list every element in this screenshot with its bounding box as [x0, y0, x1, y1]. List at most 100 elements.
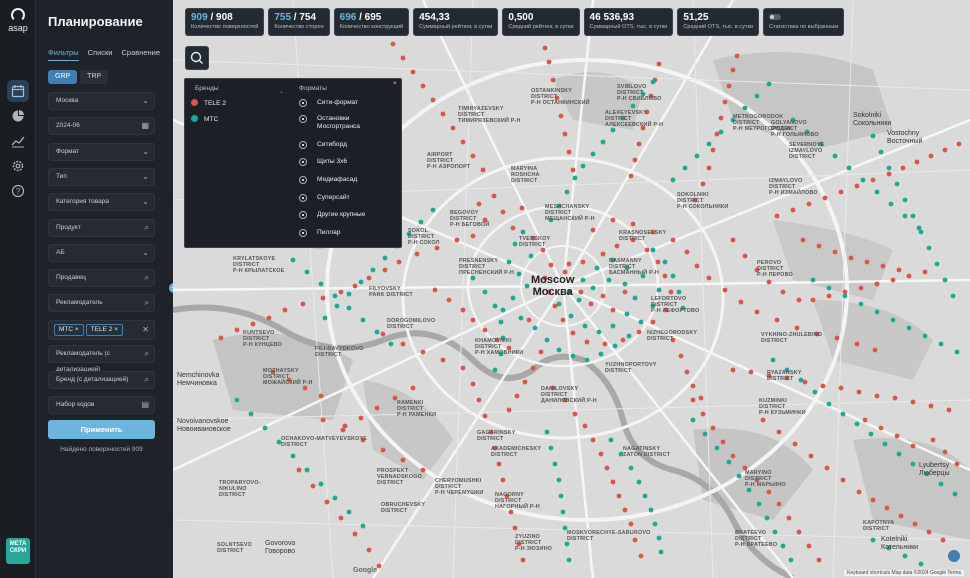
surface-point[interactable] — [754, 93, 760, 99]
surface-point[interactable] — [514, 393, 520, 399]
surface-point[interactable] — [774, 213, 780, 219]
surface-point[interactable] — [730, 67, 736, 73]
surface-point[interactable] — [900, 165, 906, 171]
surface-point[interactable] — [860, 177, 866, 183]
surface-point[interactable] — [690, 397, 696, 403]
surface-point[interactable] — [954, 461, 960, 467]
surface-point[interactable] — [912, 521, 918, 527]
surface-point[interactable] — [882, 441, 888, 447]
surface-point[interactable] — [856, 389, 862, 395]
surface-point[interactable] — [846, 165, 852, 171]
surface-point[interactable] — [656, 535, 662, 541]
surface-point[interactable] — [658, 549, 664, 555]
surface-point[interactable] — [848, 255, 854, 261]
surface-point[interactable] — [880, 263, 886, 269]
surface-point[interactable] — [730, 237, 736, 243]
surface-point[interactable] — [532, 325, 538, 331]
surface-point[interactable] — [300, 301, 306, 307]
surface-point[interactable] — [522, 379, 528, 385]
surface-point[interactable] — [926, 529, 932, 535]
surface-point[interactable] — [906, 273, 912, 279]
surface-point[interactable] — [842, 293, 848, 299]
surface-point[interactable] — [570, 167, 576, 173]
surface-point[interactable] — [700, 181, 706, 187]
pegman-icon[interactable] — [948, 550, 960, 562]
surface-point[interactable] — [738, 299, 744, 305]
surface-point[interactable] — [492, 367, 498, 373]
surface-point[interactable] — [544, 337, 550, 343]
legend-brand-item[interactable]: МТС — [191, 115, 218, 124]
surface-point[interactable] — [834, 335, 840, 341]
surface-point[interactable] — [916, 225, 922, 231]
surface-point[interactable] — [556, 301, 562, 307]
surface-point[interactable] — [824, 465, 830, 471]
surface-point[interactable] — [638, 553, 644, 559]
surface-point[interactable] — [470, 381, 476, 387]
surface-point[interactable] — [952, 491, 958, 497]
surface-point[interactable] — [520, 229, 526, 235]
trp-option[interactable]: TRP — [80, 70, 109, 84]
surface-point[interactable] — [460, 307, 466, 313]
surface-point[interactable] — [446, 297, 452, 303]
legend-format-item[interactable]: Суперсайт — [299, 194, 350, 202]
surface-point[interactable] — [826, 401, 832, 407]
surface-point[interactable] — [858, 301, 864, 307]
surface-point[interactable] — [820, 383, 826, 389]
surface-point[interactable] — [910, 443, 916, 449]
surface-point[interactable] — [480, 167, 486, 173]
surface-point[interactable] — [854, 421, 860, 427]
surface-point[interactable] — [656, 61, 662, 67]
surface-point[interactable] — [282, 307, 288, 313]
surface-point[interactable] — [470, 275, 476, 281]
surface-point[interactable] — [470, 233, 476, 239]
surface-point[interactable] — [322, 315, 328, 321]
surface-point[interactable] — [374, 405, 380, 411]
surface-point[interactable] — [810, 297, 816, 303]
advertiser-chip-mts[interactable]: МТС × — [54, 324, 84, 336]
advertiser-search[interactable]: Рекламодатель ⌕ — [48, 294, 155, 313]
surface-point[interactable] — [682, 165, 688, 171]
surface-point[interactable] — [518, 315, 524, 321]
surface-point[interactable] — [706, 275, 712, 281]
surface-point[interactable] — [482, 413, 488, 419]
surface-point[interactable] — [884, 505, 890, 511]
surface-point[interactable] — [886, 171, 892, 177]
surface-point[interactable] — [454, 237, 460, 243]
surface-point[interactable] — [878, 149, 884, 155]
surface-point[interactable] — [610, 479, 616, 485]
grp-option[interactable]: GRP — [48, 70, 78, 84]
surface-point[interactable] — [578, 289, 584, 295]
product-search[interactable]: Продукт ⌕ — [48, 218, 155, 237]
surface-point[interactable] — [584, 339, 590, 345]
surface-point[interactable] — [346, 509, 352, 515]
surface-point[interactable] — [540, 247, 546, 253]
close-icon[interactable]: ✕ — [142, 321, 149, 339]
surface-point[interactable] — [304, 269, 310, 275]
surface-point[interactable] — [584, 357, 590, 363]
surface-point[interactable] — [918, 561, 924, 567]
surface-point[interactable] — [650, 247, 656, 253]
surface-point[interactable] — [470, 317, 476, 323]
surface-point[interactable] — [934, 261, 940, 267]
surface-point[interactable] — [906, 325, 912, 331]
surface-point[interactable] — [776, 429, 782, 435]
surface-point[interactable] — [786, 515, 792, 521]
surface-point[interactable] — [736, 473, 742, 479]
rail-pie-chart-button[interactable] — [7, 105, 29, 127]
surface-point[interactable] — [624, 311, 630, 317]
surface-point[interactable] — [304, 467, 310, 473]
surface-point[interactable] — [318, 481, 324, 487]
surface-point[interactable] — [602, 341, 608, 347]
surface-point[interactable] — [476, 397, 482, 403]
surface-point[interactable] — [524, 283, 530, 289]
surface-point[interactable] — [894, 181, 900, 187]
surface-point[interactable] — [684, 369, 690, 375]
surface-point[interactable] — [726, 459, 732, 465]
surface-point[interactable] — [874, 309, 880, 315]
surface-point[interactable] — [812, 389, 818, 395]
surface-point[interactable] — [868, 431, 874, 437]
surface-point[interactable] — [694, 153, 700, 159]
surface-point[interactable] — [702, 431, 708, 437]
surface-point[interactable] — [606, 277, 612, 283]
surface-point[interactable] — [566, 149, 572, 155]
